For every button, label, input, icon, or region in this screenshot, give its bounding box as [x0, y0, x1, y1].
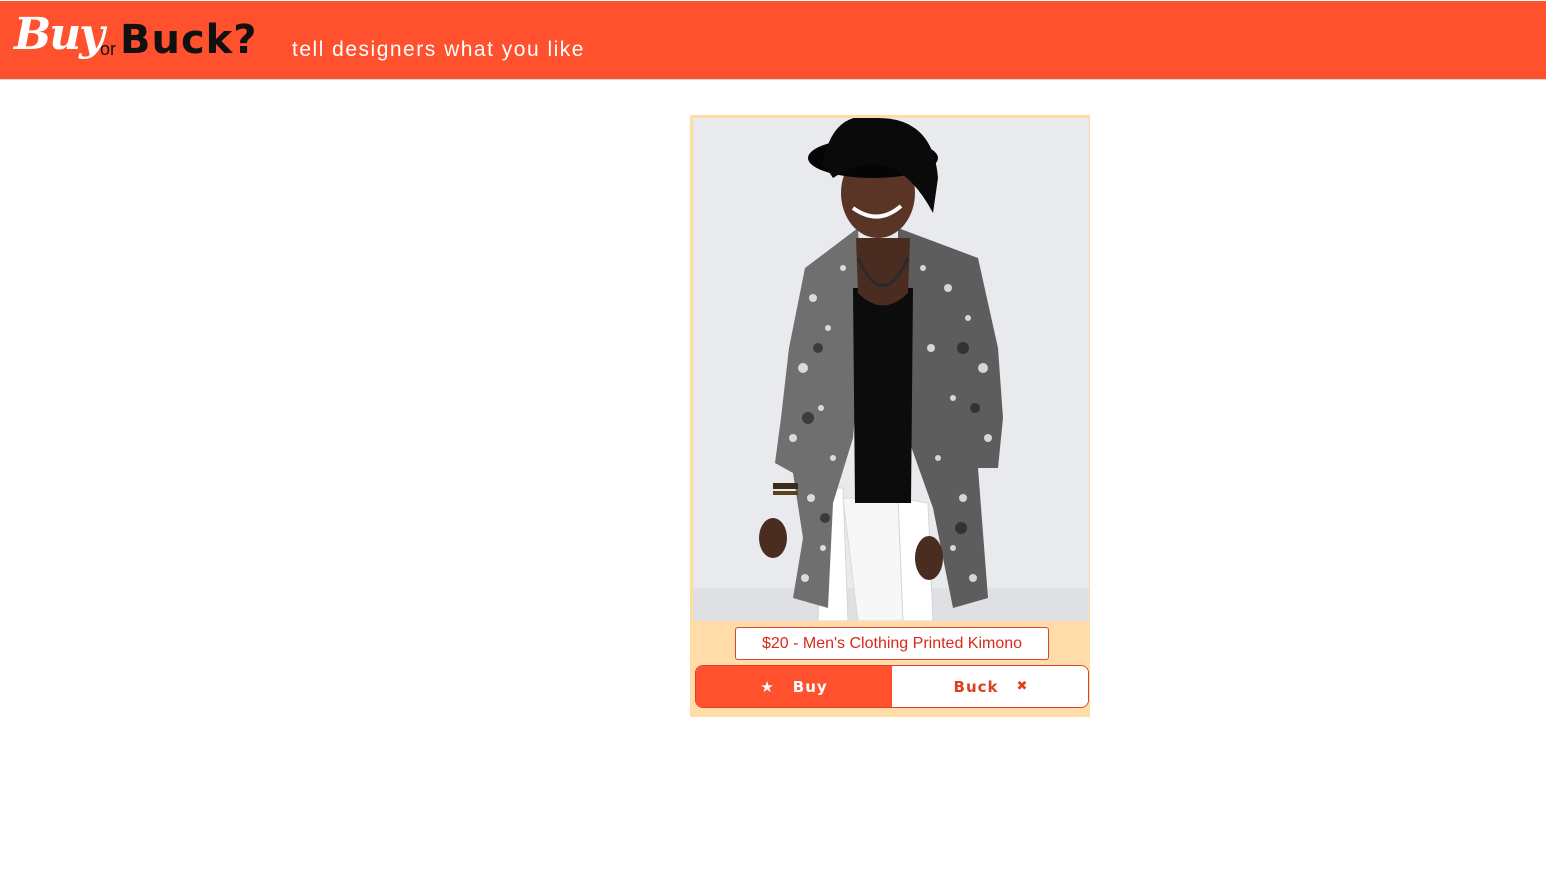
tagline: tell designers what you like	[292, 38, 585, 61]
buy-button-label: Buy	[792, 677, 828, 696]
star-icon: ★	[760, 677, 775, 696]
vote-bar: ★ Buy Buck ✖	[695, 665, 1089, 708]
logo[interactable]: Buy or Buck?	[14, 9, 284, 75]
product-title: $20 - Men's Clothing Printed Kimono	[735, 627, 1049, 660]
logo-or-text: or	[100, 39, 117, 59]
top-header: Buy or Buck? tell designers what you lik…	[0, 1, 1546, 80]
product-card: $20 - Men's Clothing Printed Kimono ★ Bu…	[690, 115, 1090, 717]
close-icon: ✖	[1016, 679, 1029, 694]
model-illustration	[693, 118, 1089, 621]
product-image	[693, 118, 1089, 621]
logo-buck-text: Buck?	[120, 17, 258, 63]
buy-button[interactable]: ★ Buy	[696, 666, 892, 707]
logo-buy-text: Buy	[14, 9, 105, 60]
buck-button-label: Buck	[953, 677, 999, 696]
buck-button[interactable]: Buck ✖	[893, 666, 1088, 707]
